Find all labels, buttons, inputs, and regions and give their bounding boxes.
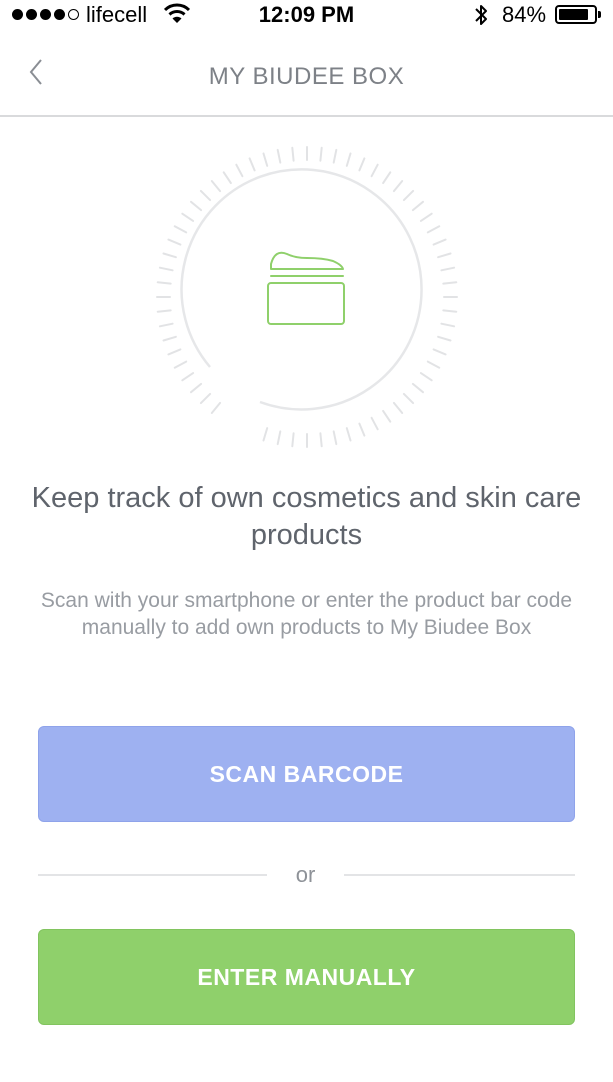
scan-barcode-label: SCAN BARCODE xyxy=(209,760,404,787)
status-bar: lifecell 12:09 PM 84% xyxy=(0,0,613,30)
progress-tick xyxy=(181,212,195,222)
or-separator: or xyxy=(295,862,316,887)
progress-tick xyxy=(392,401,404,414)
progress-tick xyxy=(291,146,295,162)
progress-tick xyxy=(437,335,452,342)
progress-tick xyxy=(235,163,244,178)
bluetooth-icon xyxy=(473,2,489,33)
progress-tick xyxy=(358,157,366,172)
progress-tick xyxy=(248,157,256,172)
navigation-bar: MY BIUDEE BOX xyxy=(0,30,613,117)
progress-tick xyxy=(432,348,447,356)
progress-tick xyxy=(411,382,424,394)
progress-tick xyxy=(382,171,392,185)
progress-tick xyxy=(262,152,269,167)
progress-tick xyxy=(156,309,172,313)
progress-tick xyxy=(358,422,366,437)
progress-tick xyxy=(173,225,188,234)
progress-tick xyxy=(426,360,441,369)
battery-percent: 84% xyxy=(502,2,547,27)
progress-tick xyxy=(167,348,182,356)
progress-tick xyxy=(332,148,338,164)
scan-barcode-button[interactable]: SCAN BARCODE xyxy=(38,726,575,822)
progress-tick xyxy=(199,189,212,202)
progress-tick xyxy=(345,152,352,167)
progress-tick xyxy=(158,266,174,272)
progress-tick xyxy=(432,238,447,246)
progress-tick xyxy=(332,430,338,446)
progress-tick xyxy=(167,238,182,246)
progress-tick xyxy=(411,200,424,212)
progress-tick xyxy=(419,212,433,222)
progress-tick xyxy=(158,322,174,328)
progress-tick xyxy=(162,335,177,342)
progress-tick xyxy=(319,432,323,448)
progress-tick xyxy=(156,281,172,285)
progress-tick xyxy=(210,401,222,414)
progress-tick xyxy=(319,146,323,162)
progress-tick xyxy=(440,322,456,328)
progress-tick xyxy=(210,180,222,193)
progress-tick xyxy=(181,372,195,382)
progress-tick xyxy=(442,309,458,313)
progress-tick xyxy=(382,409,392,423)
progress-tick xyxy=(262,427,269,442)
progress-tick xyxy=(442,281,458,285)
headline: Keep track of own cosmetics and skin car… xyxy=(31,482,582,551)
progress-tick xyxy=(190,382,203,394)
progress-tick xyxy=(402,189,415,202)
description-text: Scan with your smartphone or enter the p… xyxy=(40,589,573,639)
divider-left xyxy=(38,874,267,876)
progress-tick xyxy=(419,372,433,382)
battery-icon xyxy=(555,5,601,24)
progress-tick xyxy=(392,180,404,193)
progress-tick xyxy=(370,163,379,178)
progress-tick xyxy=(402,392,415,405)
progress-tick xyxy=(345,427,352,442)
progress-tick xyxy=(370,416,379,431)
progress-tick xyxy=(222,171,232,185)
progress-tick xyxy=(173,360,188,369)
progress-tick xyxy=(291,432,295,448)
progress-tick xyxy=(426,225,441,234)
product-illustration xyxy=(147,137,467,457)
progress-tick xyxy=(276,148,282,164)
progress-tick xyxy=(276,430,282,446)
enter-manually-label: ENTER MANUALLY xyxy=(197,963,416,990)
progress-tick xyxy=(162,252,177,259)
enter-manually-button[interactable]: ENTER MANUALLY xyxy=(38,929,575,1025)
progress-tick xyxy=(440,266,456,272)
progress-tick xyxy=(437,252,452,259)
cream-jar-icon xyxy=(156,146,458,448)
page-title: MY BIUDEE BOX xyxy=(208,63,405,90)
progress-tick xyxy=(190,200,203,212)
progress-tick xyxy=(199,392,212,405)
divider-right xyxy=(344,874,575,876)
